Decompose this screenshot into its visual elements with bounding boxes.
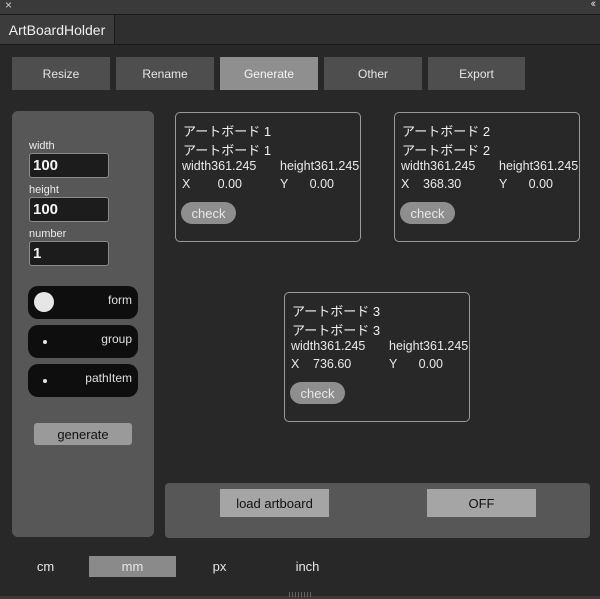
check-button[interactable]: check xyxy=(400,202,455,224)
artboard-card-3: アートボード 3 アートボード 3 width361.245 height361… xyxy=(284,292,470,422)
number-label: number xyxy=(29,228,67,240)
unit-inch[interactable]: inch xyxy=(264,556,351,577)
artboard-height: height361.245 xyxy=(499,159,579,173)
artboard-name-secondary: アートボード 1 xyxy=(183,143,272,158)
panel-tab-artboardholder[interactable]: ArtBoardHolder xyxy=(0,15,115,44)
option-group-toggle[interactable]: group xyxy=(28,325,138,358)
artboard-x-label: X xyxy=(291,357,300,371)
unit-cm[interactable]: cm xyxy=(2,556,89,577)
option-form-toggle[interactable]: form xyxy=(28,286,138,319)
unit-px[interactable]: px xyxy=(176,556,263,577)
artboard-y-value: 0.00 xyxy=(418,357,443,371)
artboard-x-value: 0.00 xyxy=(217,177,242,191)
artboard-name-secondary: アートボード 3 xyxy=(292,323,381,338)
resize-grip-icon[interactable] xyxy=(289,592,311,597)
collapse-icon[interactable]: ‹‹ xyxy=(591,0,597,10)
tab-generate[interactable]: Generate xyxy=(220,57,318,90)
artboard-width: width361.245 xyxy=(401,159,476,173)
artboard-card-2: アートボード 2 アートボード 2 width361.245 height361… xyxy=(394,112,580,242)
artboard-y-label: Y xyxy=(499,177,508,191)
number-input[interactable] xyxy=(29,241,109,266)
artboard-x-label: X xyxy=(401,177,410,191)
window-title-bar: × ‹‹ xyxy=(0,0,600,15)
artboard-x-value: 368.30 xyxy=(423,177,462,191)
artboard-height: height361.245 xyxy=(280,159,360,173)
height-label: height xyxy=(29,184,59,196)
artboard-name: アートボード 1 xyxy=(183,124,272,139)
radio-unselected-icon xyxy=(43,379,47,383)
artboard-name: アートボード 2 xyxy=(402,124,491,139)
artboard-card-1: アートボード 1 アートボード 1 width361.245 height361… xyxy=(175,112,361,242)
option-form-label: form xyxy=(108,293,132,307)
generate-button[interactable]: generate xyxy=(34,423,132,445)
option-group-label: group xyxy=(101,332,132,346)
artboard-y-label: Y xyxy=(389,357,398,371)
radio-selected-icon xyxy=(34,292,54,312)
artboard-name: アートボード 3 xyxy=(292,304,381,319)
artboard-width: width361.245 xyxy=(182,159,257,173)
unit-mm[interactable]: mm xyxy=(89,556,176,577)
artboard-height: height361.245 xyxy=(389,339,469,353)
width-input[interactable] xyxy=(29,153,109,178)
close-icon[interactable]: × xyxy=(5,0,12,12)
tab-export[interactable]: Export xyxy=(428,57,525,90)
option-pathitem-toggle[interactable]: pathItem xyxy=(28,364,138,397)
panel-tab-strip: ArtBoardHolder xyxy=(0,15,600,45)
artboard-x-value: 736.60 xyxy=(313,357,352,371)
check-button[interactable]: check xyxy=(181,202,236,224)
width-label: width xyxy=(29,140,55,152)
tab-other[interactable]: Other xyxy=(324,57,422,90)
artboard-y-value: 0.00 xyxy=(528,177,553,191)
radio-unselected-icon xyxy=(43,340,47,344)
off-toggle-button[interactable]: OFF xyxy=(427,489,536,517)
check-button[interactable]: check xyxy=(290,382,345,404)
artboard-y-label: Y xyxy=(280,177,289,191)
artboard-name-secondary: アートボード 2 xyxy=(402,143,491,158)
height-input[interactable] xyxy=(29,197,109,222)
tab-rename[interactable]: Rename xyxy=(116,57,214,90)
artboard-width: width361.245 xyxy=(291,339,366,353)
option-pathitem-label: pathItem xyxy=(85,371,132,385)
load-artboard-button[interactable]: load artboard xyxy=(220,489,329,517)
artboard-y-value: 0.00 xyxy=(309,177,334,191)
tab-resize[interactable]: Resize xyxy=(12,57,110,90)
artboard-x-label: X xyxy=(182,177,191,191)
